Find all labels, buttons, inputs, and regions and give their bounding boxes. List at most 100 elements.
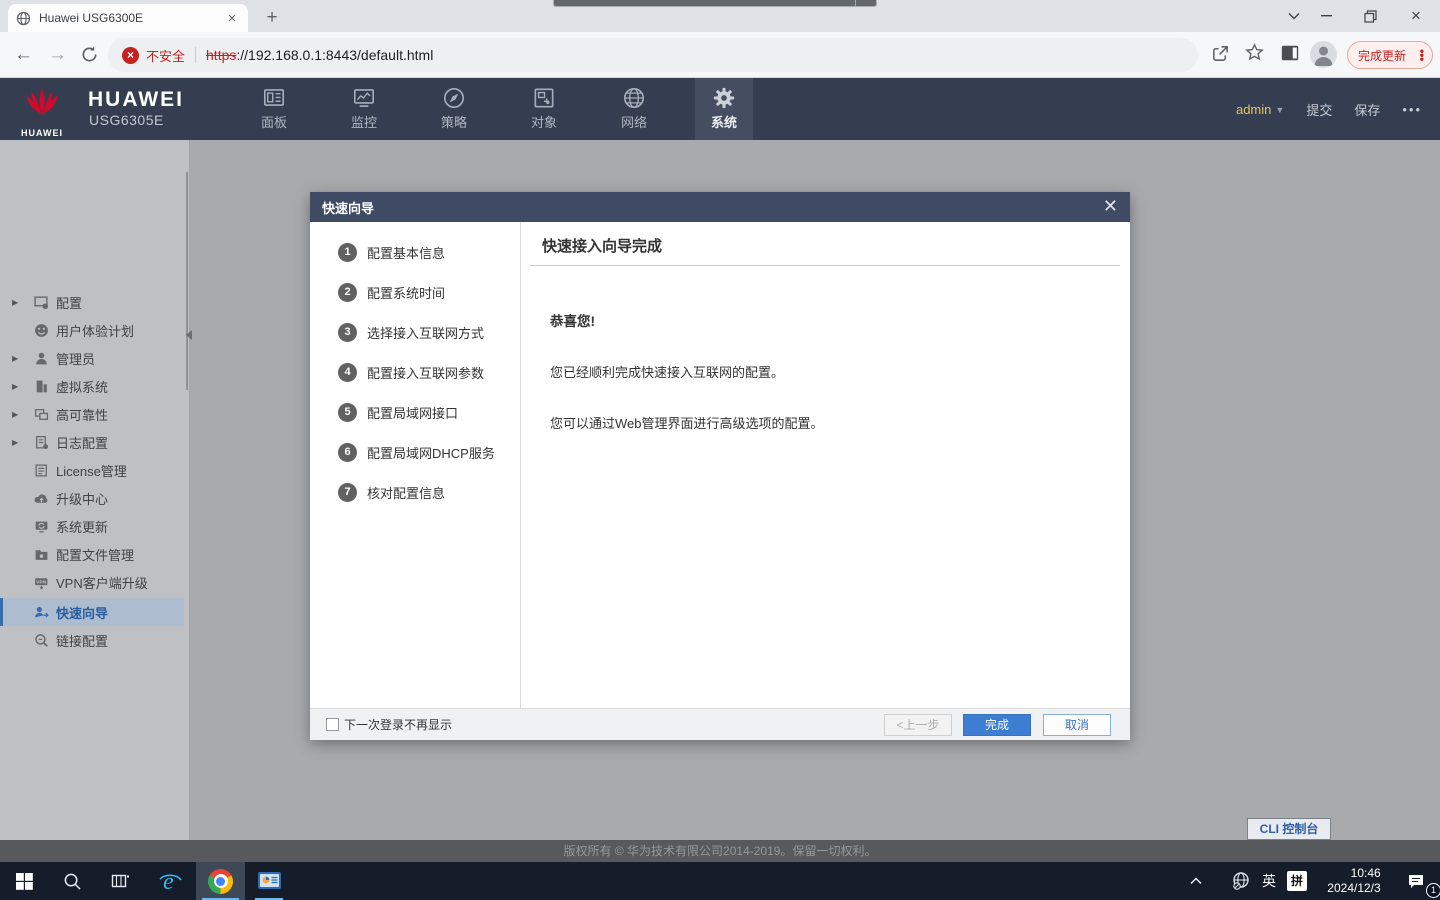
nav-policy[interactable]: 策略 (425, 78, 483, 140)
sidebar-item-upgrade-center[interactable]: ▶ 升级中心 (0, 484, 184, 512)
ime-pinyin-icon[interactable]: 拼 (1282, 862, 1312, 900)
submit-button[interactable]: 提交 (1306, 100, 1332, 119)
gear-icon (711, 85, 737, 111)
close-window-button[interactable]: × (1394, 0, 1438, 32)
network-globe-icon (621, 85, 647, 111)
tab-close-icon[interactable]: × (224, 11, 240, 26)
dialog-close-icon[interactable]: ✕ (1103, 196, 1118, 217)
user-dropdown-caret-icon[interactable]: ▼ (1275, 105, 1284, 115)
sidebar-item-link-config[interactable]: ▶ 链接配置 (0, 626, 184, 654)
chrome-update-button[interactable]: 完成更新 ••• (1347, 41, 1433, 69)
sidebar-item-user-experience[interactable]: ▶ 用户体验计划 (0, 316, 184, 344)
wizard-icon (34, 605, 49, 620)
ha-screens-icon (34, 407, 49, 422)
taskbar-clock[interactable]: 10:46 2024/12/3 (1314, 862, 1394, 900)
kebab-menu-icon[interactable]: ••• (1420, 49, 1424, 61)
sidebar: ▶ 配置 ▶ 用户体验计划 ▶ 管理员 ▶ 虚拟系统 ▶ 高可靠性 ▶ 日志配置 (0, 140, 190, 840)
share-icon[interactable] (1210, 43, 1231, 69)
cli-console-button[interactable]: CLI 控制台 (1247, 818, 1331, 840)
tray-expand-chevron-icon[interactable] (1178, 862, 1214, 900)
monitor-chart-icon (351, 85, 377, 111)
license-icon (34, 463, 49, 478)
sidebar-item-config[interactable]: ▶ 配置 (0, 288, 184, 316)
wizard-content: 快速接入向导完成 恭喜您! 您已经顺利完成快速接入互联网的配置。 您可以通过We… (522, 222, 1130, 708)
back-button[interactable]: ← (14, 44, 33, 66)
heading-divider (530, 265, 1120, 266)
dialog-titlebar[interactable]: 快速向导 ✕ (310, 192, 1130, 222)
wizard-step-2: 2 配置系统时间 (310, 272, 521, 312)
dont-show-again-option[interactable]: 下一次登录不再显示 (326, 716, 452, 733)
smiley-icon (34, 323, 49, 338)
browser-tab[interactable]: Huawei USG6300E × (8, 4, 248, 32)
url-divider (195, 47, 196, 63)
dialog-title: 快速向导 (322, 198, 374, 217)
ime-language-indicator[interactable]: 英 (1256, 862, 1282, 900)
management-app-icon[interactable] (245, 862, 293, 900)
dont-show-again-checkbox[interactable] (326, 718, 339, 731)
cancel-button[interactable]: 取消 (1043, 714, 1111, 736)
sidebar-item-system-update[interactable]: ▶ 系统更新 (0, 512, 184, 540)
config-icon (34, 295, 49, 310)
previous-step-button[interactable]: <上一步 (884, 714, 952, 736)
not-secure-icon: × (122, 47, 139, 64)
finish-button[interactable]: 完成 (963, 714, 1031, 736)
expand-caret-icon[interactable]: ▶ (12, 298, 22, 307)
completion-line-1: 您已经顺利完成快速接入互联网的配置。 (550, 362, 1130, 381)
sidebar-item-license[interactable]: ▶ License管理 (0, 456, 184, 484)
side-panel-icon[interactable] (1280, 43, 1300, 68)
action-center-icon[interactable]: 1 (1396, 862, 1436, 900)
nav-system[interactable]: 系统 (695, 78, 753, 140)
device-model: USG6305E (89, 112, 164, 128)
sidebar-scrollbar[interactable] (186, 172, 188, 390)
forward-button[interactable]: → (48, 44, 67, 66)
internet-explorer-icon[interactable]: e (146, 862, 194, 900)
checkbox-label: 下一次登录不再显示 (344, 716, 452, 733)
nav-network[interactable]: 网络 (605, 78, 663, 140)
restore-button[interactable] (1348, 0, 1392, 32)
screen: Huawei USG6300E × + × ← → × 不安全 https://… (0, 0, 1440, 900)
nav-object[interactable]: 对象 (515, 78, 573, 140)
save-button[interactable]: 保存 (1354, 100, 1380, 119)
expand-caret-icon[interactable]: ▶ (12, 410, 22, 419)
start-button[interactable] (0, 862, 48, 900)
network-tray-icon[interactable] (1226, 862, 1256, 900)
nav-panel[interactable]: 面板 (245, 78, 303, 140)
expand-caret-icon[interactable]: ▶ (12, 354, 22, 363)
search-icon[interactable] (48, 862, 96, 900)
bookmark-star-icon[interactable] (1244, 42, 1265, 68)
dashboard-icon (261, 85, 287, 111)
sidebar-item-administrator[interactable]: ▶ 管理员 (0, 344, 184, 372)
sidebar-item-config-file[interactable]: ▶ 配置文件管理 (0, 540, 184, 568)
log-document-icon (34, 435, 49, 450)
logo-caption: HUAWEI (16, 128, 68, 138)
security-label[interactable]: 不安全 (146, 46, 185, 65)
sidebar-item-quick-wizard[interactable]: ▶ 快速向导 (0, 598, 184, 626)
expand-caret-icon[interactable]: ▶ (12, 382, 22, 391)
nav-monitor[interactable]: 监控 (335, 78, 393, 140)
huawei-logo: HUAWEI (16, 84, 68, 138)
sidebar-item-high-availability[interactable]: ▶ 高可靠性 (0, 400, 184, 428)
sidebar-item-virtual-system[interactable]: ▶ 虚拟系统 (0, 372, 184, 400)
update-label: 完成更新 (1358, 47, 1406, 64)
wizard-heading: 快速接入向导完成 (542, 235, 1130, 256)
task-view-icon[interactable] (96, 862, 144, 900)
username[interactable]: admin (1236, 102, 1271, 117)
more-menu-icon[interactable]: ••• (1402, 102, 1422, 117)
chrome-taskbar-icon[interactable] (196, 862, 245, 900)
minimize-button[interactable] (1304, 0, 1348, 32)
notification-badge: 1 (1426, 883, 1440, 898)
windows-taskbar: e 英 拼 10:46 2024/12/3 (0, 862, 1440, 900)
reload-button[interactable] (80, 45, 99, 69)
url-scheme: https (206, 47, 236, 63)
sidebar-item-log-config[interactable]: ▶ 日志配置 (0, 428, 184, 456)
wizard-step-1: 1 配置基本信息 (310, 232, 521, 272)
expand-caret-icon[interactable]: ▶ (12, 438, 22, 447)
vpn-icon: VPN (34, 575, 49, 590)
sidebar-collapse-icon[interactable] (186, 330, 192, 340)
sidebar-item-vpn-client[interactable]: ▶ VPN VPN客户端升级 (0, 568, 184, 596)
profile-avatar[interactable] (1310, 41, 1337, 68)
new-tab-button[interactable]: + (260, 6, 284, 30)
folder-icon (34, 547, 49, 562)
wizard-step-6: 6 配置局域网DHCP服务 (310, 432, 521, 472)
address-bar[interactable]: × 不安全 https://192.168.0.1:8443/default.h… (108, 38, 1198, 72)
